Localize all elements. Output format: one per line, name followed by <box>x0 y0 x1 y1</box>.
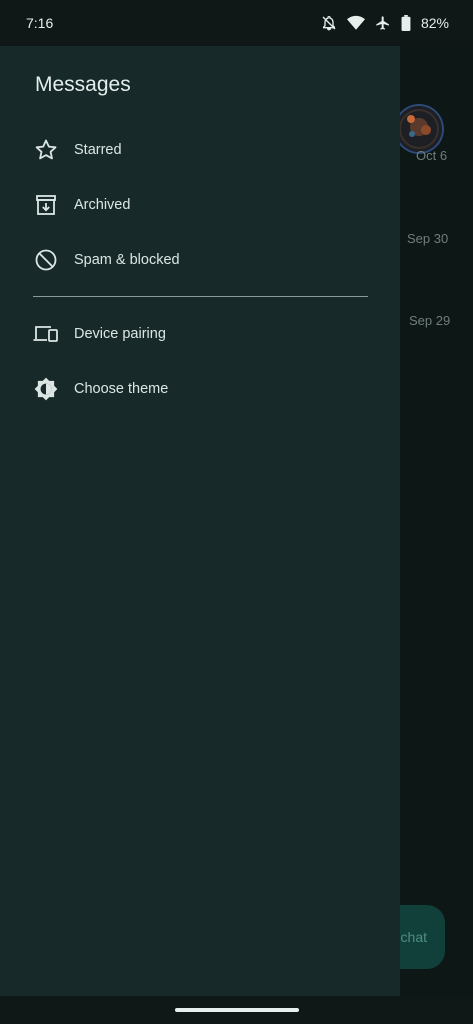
battery-icon <box>401 15 411 31</box>
conversation-date: Sep 29 <box>409 313 451 328</box>
menu-item-archived[interactable]: Archived <box>0 180 390 230</box>
battery-percent: 82% <box>420 15 449 31</box>
theme-icon <box>33 376 59 402</box>
airplane-icon <box>375 15 391 31</box>
drawer-divider <box>33 296 368 297</box>
navigation-drawer: Messages Starred Archived Spam & blocked… <box>0 46 400 996</box>
menu-item-label: Starred <box>74 142 122 158</box>
menu-item-spam-blocked[interactable]: Spam & blocked <box>0 235 390 285</box>
account-avatar[interactable] <box>396 106 442 152</box>
block-icon <box>33 247 59 273</box>
menu-item-label: Choose theme <box>74 381 169 397</box>
devices-icon <box>33 321 59 347</box>
wifi-icon <box>346 15 365 31</box>
status-icons: 82% <box>321 15 449 31</box>
status-bar: 7:16 82% <box>0 0 473 46</box>
conversation-date: Sep 30 <box>407 231 449 246</box>
menu-item-device-pairing[interactable]: Device pairing <box>0 309 390 359</box>
menu-item-label: Archived <box>74 197 131 213</box>
status-time: 7:16 <box>26 15 54 31</box>
menu-item-label: Spam & blocked <box>74 252 180 268</box>
archive-icon <box>33 192 59 218</box>
star-icon <box>33 137 59 163</box>
start-chat-label: chat <box>400 929 427 945</box>
menu-item-label: Device pairing <box>74 326 166 342</box>
menu-item-starred[interactable]: Starred <box>0 125 390 175</box>
drawer-title: Messages <box>35 73 131 96</box>
menu-item-choose-theme[interactable]: Choose theme <box>0 364 390 414</box>
gesture-handle[interactable] <box>175 1008 299 1012</box>
conversation-date: Oct 6 <box>416 148 448 163</box>
notifications-off-icon <box>321 15 337 31</box>
system-nav-bar <box>0 996 473 1024</box>
